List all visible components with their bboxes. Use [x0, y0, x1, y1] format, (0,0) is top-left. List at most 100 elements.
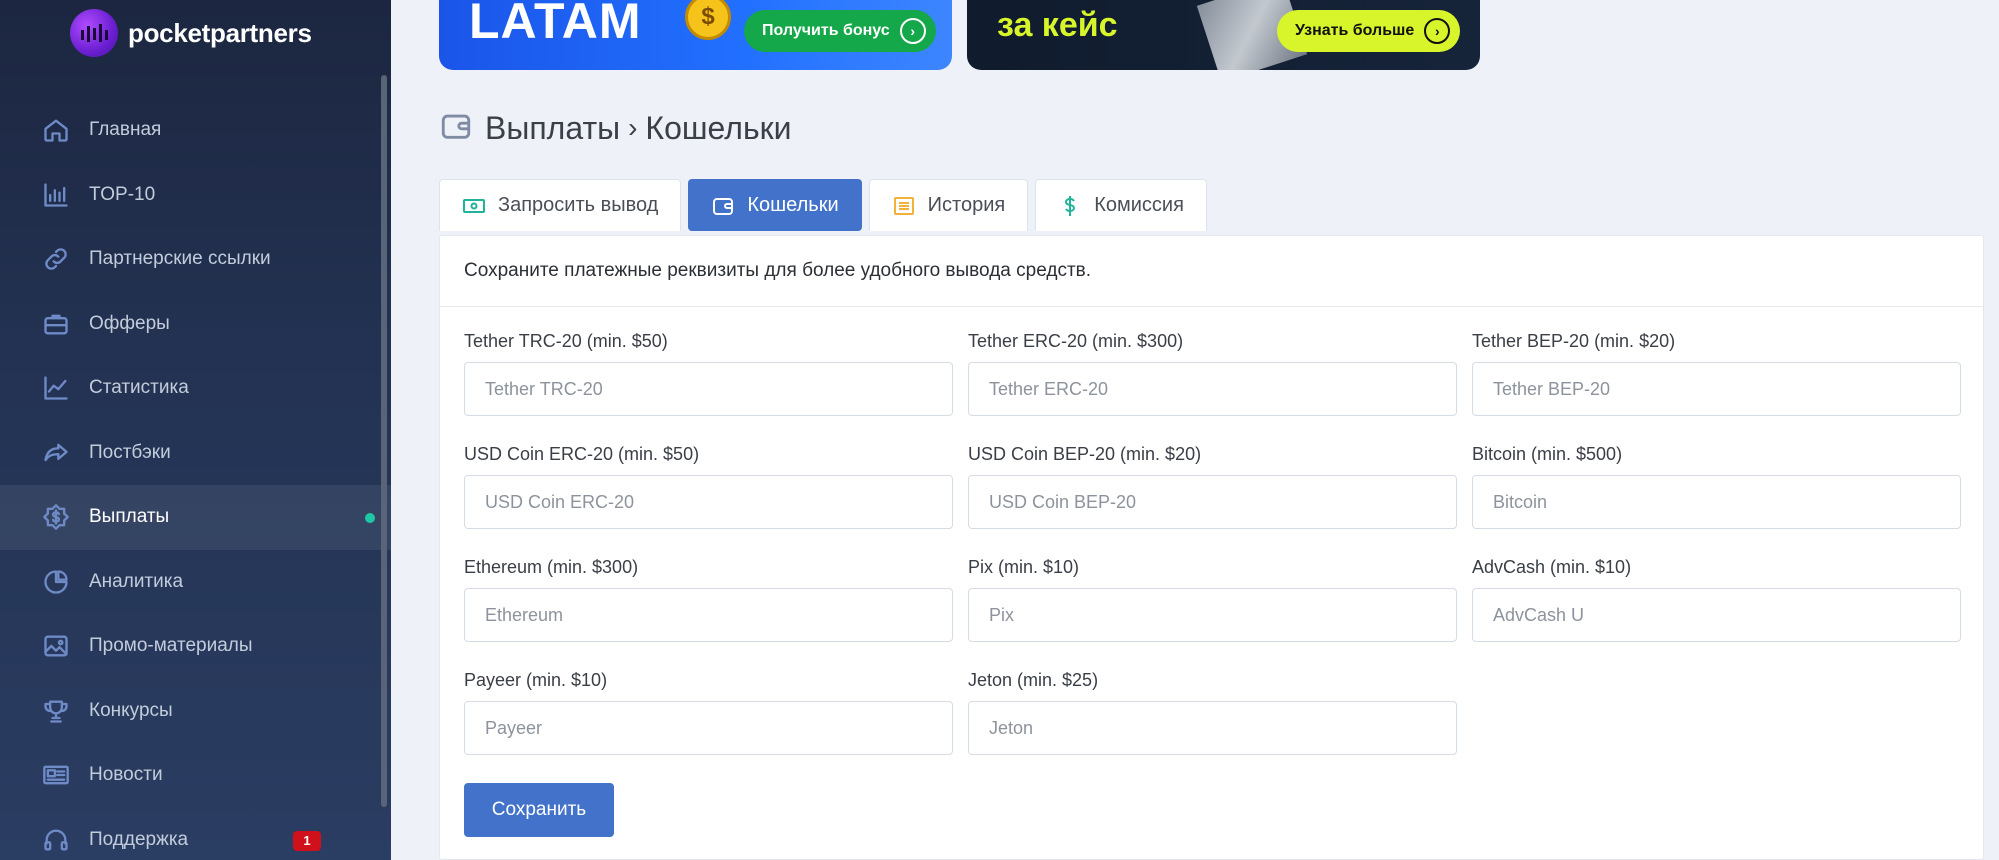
sidebar-scrollbar[interactable]: [381, 75, 387, 807]
wallet-icon: [713, 197, 734, 215]
tab-history[interactable]: История: [868, 179, 1029, 231]
payout-tabs: Запросить вывод Кошельки История Комисси…: [439, 179, 1207, 231]
get-bonus-button[interactable]: Получить бонус ›: [744, 10, 936, 52]
tab-label: История: [927, 194, 1006, 216]
get-bonus-label: Получить бонус: [762, 22, 890, 39]
banner-headline: за кейс: [997, 6, 1118, 44]
sidebar-item-support[interactable]: Поддержка 1: [0, 808, 391, 860]
tab-label: Запросить вывод: [498, 194, 659, 216]
sidebar-item-label: Промо-материалы: [89, 635, 253, 657]
tab-wallets[interactable]: Кошельки: [688, 179, 862, 231]
breadcrumb-current: Кошельки: [645, 109, 792, 146]
sidebar-item-contests[interactable]: Конкурсы: [0, 679, 391, 744]
wallet-icon: [439, 109, 473, 148]
sidebar-item-label: Главная: [89, 119, 162, 141]
chevron-right-icon: ›: [628, 112, 638, 143]
field-tether-trc20: Tether TRC-20 (min. $50): [464, 328, 953, 441]
line-chart-icon: [42, 374, 70, 402]
ethereum-input[interactable]: [464, 588, 953, 642]
image-icon: [42, 632, 70, 660]
field-label: Ethereum (min. $300): [464, 557, 639, 577]
field-payeer: Payeer (min. $10): [464, 667, 953, 780]
sidebar-item-analytics[interactable]: Аналитика: [0, 550, 391, 615]
sidebar-item-label: Статистика: [89, 377, 189, 399]
sidebar-item-home[interactable]: Главная: [0, 98, 391, 163]
sidebar-item-label: Партнерские ссылки: [89, 248, 271, 270]
wallet-fields-grid: Tether TRC-20 (min. $50) Tether ERC-20 (…: [464, 328, 1961, 780]
sidebar-item-postbacks[interactable]: Постбэки: [0, 421, 391, 486]
sidebar-item-label: Конкурсы: [89, 699, 173, 721]
field-label: Tether ERC-20 (min. $300): [968, 331, 1184, 351]
headset-icon: [42, 826, 70, 854]
active-indicator-dot: [365, 513, 375, 523]
field-tether-erc20: Tether ERC-20 (min. $300): [968, 328, 1457, 441]
sidebar-nav: Главная TOP-10 Партнерские ссылки Офферы…: [0, 98, 391, 860]
learn-more-label: Узнать больше: [1295, 22, 1415, 39]
field-usdc-bep20: USD Coin BEP-20 (min. $20): [968, 441, 1457, 554]
learn-more-button[interactable]: Узнать больше ›: [1277, 10, 1461, 52]
promo-banner-latam[interactable]: LATAM $ Получить бонус ›: [439, 0, 952, 70]
wallets-card: Сохраните платежные реквизиты для более …: [439, 235, 1984, 860]
tether-erc20-input[interactable]: [968, 362, 1457, 416]
sidebar-item-label: Постбэки: [89, 441, 171, 463]
tab-label: Кошельки: [747, 194, 839, 216]
field-label: Tether TRC-20 (min. $50): [464, 331, 668, 351]
brand-name: pocketpartners: [128, 17, 312, 48]
sidebar-item-label: Офферы: [89, 312, 170, 334]
arrow-right-circle-icon: ›: [1424, 18, 1451, 44]
tether-bep20-input[interactable]: [1472, 362, 1961, 416]
field-label: Pix (min. $10): [968, 557, 1080, 577]
field-label: AdvCash (min. $10): [1472, 557, 1632, 577]
promo-banner-case[interactable]: за кейс Узнать больше ›: [967, 0, 1480, 70]
list-icon: [893, 196, 914, 215]
tab-request-withdrawal[interactable]: Запросить вывод: [439, 179, 682, 231]
field-label: Jeton (min. $25): [968, 670, 1099, 690]
coin-icon: $: [685, 0, 731, 40]
banner-headline: LATAM: [469, 0, 642, 49]
sidebar-item-top10[interactable]: TOP-10: [0, 163, 391, 228]
save-button[interactable]: Сохранить: [464, 783, 614, 837]
field-ethereum: Ethereum (min. $300): [464, 554, 953, 667]
sidebar-item-offers[interactable]: Офферы: [0, 292, 391, 357]
tab-label: Комиссия: [1094, 194, 1184, 216]
bitcoin-input[interactable]: [1472, 475, 1961, 529]
field-jeton: Jeton (min. $25): [968, 667, 1457, 780]
jeton-input[interactable]: [968, 701, 1457, 755]
home-icon: [42, 116, 70, 144]
sidebar-item-payouts[interactable]: Выплаты: [0, 485, 391, 550]
field-label: USD Coin BEP-20 (min. $20): [968, 444, 1202, 464]
field-tether-bep20: Tether BEP-20 (min. $20): [1472, 328, 1961, 441]
brand-logo[interactable]: pocketpartners: [70, 8, 312, 58]
field-label: Payeer (min. $10): [464, 670, 608, 690]
card-description: Сохраните платежные реквизиты для более …: [440, 236, 1983, 307]
cash-icon: [463, 198, 485, 213]
sidebar-item-label: Поддержка: [89, 828, 189, 850]
sidebar: pocketpartners Главная TOP-10 Партнерски…: [0, 0, 391, 860]
field-advcash: AdvCash (min. $10): [1472, 554, 1961, 667]
sidebar-item-partner-links[interactable]: Партнерские ссылки: [0, 227, 391, 292]
newspaper-icon: [42, 761, 70, 789]
breadcrumb: Выплаты › Кошельки: [439, 108, 791, 148]
tab-commission[interactable]: Комиссия: [1035, 179, 1207, 231]
sidebar-item-label: TOP-10: [89, 183, 156, 205]
link-icon: [42, 245, 70, 273]
bar-chart-icon: [42, 181, 70, 209]
usdc-erc20-input[interactable]: [464, 475, 953, 529]
usdc-bep20-input[interactable]: [968, 475, 1457, 529]
dollar-icon: [1065, 195, 1076, 216]
sidebar-item-label: Выплаты: [89, 506, 170, 528]
pix-input[interactable]: [968, 588, 1457, 642]
sidebar-item-promo[interactable]: Промо-материалы: [0, 614, 391, 679]
tether-trc20-input[interactable]: [464, 362, 953, 416]
field-bitcoin: Bitcoin (min. $500): [1472, 441, 1961, 554]
payeer-input[interactable]: [464, 701, 953, 755]
sidebar-item-statistics[interactable]: Статистика: [0, 356, 391, 421]
logo-icon: [70, 9, 118, 57]
sidebar-item-news[interactable]: Новости: [0, 743, 391, 808]
sidebar-item-label: Аналитика: [89, 570, 184, 592]
advcash-input[interactable]: [1472, 588, 1961, 642]
page-title: Выплаты › Кошельки: [485, 110, 791, 147]
sidebar-item-label: Новости: [89, 764, 163, 786]
field-label: USD Coin ERC-20 (min. $50): [464, 444, 700, 464]
breadcrumb-section[interactable]: Выплаты: [485, 110, 620, 147]
